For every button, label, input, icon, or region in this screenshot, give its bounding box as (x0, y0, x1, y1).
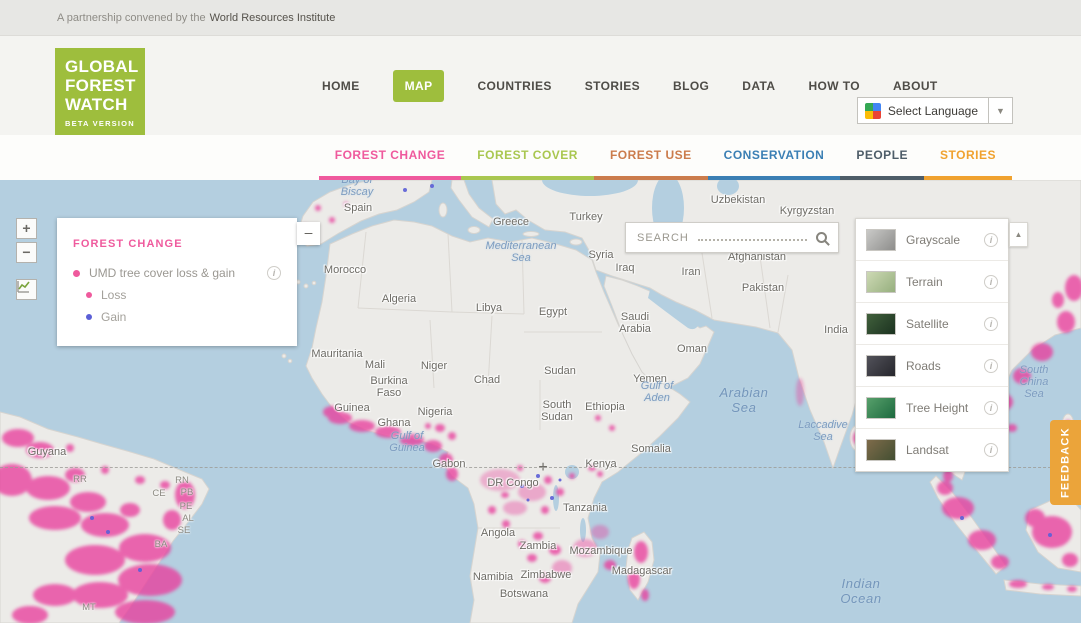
zoom-in-button[interactable]: + (16, 218, 37, 239)
terrain-thumbnail-icon (866, 271, 896, 293)
nav-item-home[interactable]: HOME (322, 79, 360, 93)
language-selector[interactable]: Select Language ▼ (857, 97, 1013, 124)
nav-item-stories[interactable]: STORIES (585, 79, 640, 93)
basemap-panel: GrayscaleiTerrainiSatelliteiRoadsiTree H… (855, 218, 1009, 472)
tab-stories[interactable]: STORIES (924, 135, 1012, 180)
nav-item-how-to[interactable]: HOW TO (808, 79, 860, 93)
nav-item-countries[interactable]: COUNTRIES (477, 79, 551, 93)
panel-collapse-button[interactable]: – (297, 222, 320, 245)
layer-bullet (73, 270, 80, 277)
sublayer-bullet (86, 314, 92, 320)
basemap-label: Terrain (906, 275, 984, 289)
sublayer-bullet (86, 292, 92, 298)
info-icon[interactable]: i (267, 266, 281, 280)
basemap-option-tree-height[interactable]: Tree Heighti (856, 387, 1008, 429)
logo-line-3: WATCH (65, 95, 145, 114)
map-center-crosshair-icon: + (538, 459, 547, 477)
basemap-collapse-button[interactable]: ▲ (1009, 222, 1028, 247)
subnav: FOREST CHANGEFOREST COVERFOREST USECONSE… (0, 135, 1081, 180)
basemap-label: Satellite (906, 317, 984, 331)
layer-label: UMD tree cover loss & gain (89, 266, 235, 280)
tab-forest-use[interactable]: FOREST USE (594, 135, 708, 180)
search-placeholder: SEARCH (637, 232, 689, 244)
nav-item-map[interactable]: MAP (393, 70, 445, 102)
basemap-label: Tree Height (906, 401, 984, 415)
basemap-option-roads[interactable]: Roadsi (856, 345, 1008, 387)
tab-conservation[interactable]: CONSERVATION (708, 135, 841, 180)
wri-link[interactable]: World Resources Institute (210, 12, 336, 24)
sublayer-gain[interactable]: Gain (86, 310, 281, 324)
language-caret-button[interactable]: ▼ (988, 98, 1012, 123)
landsat-thumbnail-icon (866, 439, 896, 461)
info-icon[interactable]: i (984, 443, 998, 457)
language-selector-main[interactable]: Select Language (858, 103, 988, 119)
info-icon[interactable]: i (984, 233, 998, 247)
google-translate-icon (865, 103, 881, 119)
language-selector-label: Select Language (888, 104, 978, 118)
sublayer-list: Loss Gain (86, 288, 281, 324)
search-dotted-leader (698, 239, 807, 241)
panel-title: FOREST CHANGE (73, 238, 281, 250)
basemap-label: Landsat (906, 443, 984, 457)
zoom-out-button[interactable]: − (16, 242, 37, 263)
tree-height-thumbnail-icon (866, 397, 896, 419)
search-icon[interactable] (816, 232, 827, 243)
sublayer-label: Gain (101, 310, 126, 324)
info-icon[interactable]: i (984, 359, 998, 373)
forest-change-panel: FOREST CHANGE UMD tree cover loss & gain… (57, 218, 297, 346)
layer-row-umd[interactable]: UMD tree cover loss & gain i (73, 266, 281, 280)
subnav-tabs: FOREST CHANGEFOREST COVERFOREST USECONSE… (319, 135, 1012, 180)
logo-line-2: FOREST (65, 76, 145, 95)
line-chart-icon (17, 280, 30, 293)
main-nav: HOME MAP COUNTRIES STORIES BLOG DATA HOW TO ABO… (322, 36, 938, 135)
header: GLOBAL FOREST WATCH BETA VERSION HOME MAP… (0, 36, 1081, 135)
sublayer-loss[interactable]: Loss (86, 288, 281, 302)
info-icon[interactable]: i (984, 401, 998, 415)
timeline-chart-button[interactable] (16, 279, 37, 300)
tab-people[interactable]: PEOPLE (840, 135, 924, 180)
roads-thumbnail-icon (866, 355, 896, 377)
map-canvas[interactable]: + SpainGreeceTurkeyUzbekistanKyrgyzstanT… (0, 180, 1081, 623)
feedback-button[interactable]: FEEDBACK (1050, 420, 1081, 505)
gfw-logo[interactable]: GLOBAL FOREST WATCH BETA VERSION (55, 48, 145, 135)
basemap-label: Roads (906, 359, 984, 373)
basemap-option-terrain[interactable]: Terraini (856, 261, 1008, 303)
info-icon[interactable]: i (984, 317, 998, 331)
nav-item-about[interactable]: ABOUT (893, 79, 938, 93)
caret-down-icon: ▼ (996, 106, 1005, 116)
basemap-label: Grayscale (906, 233, 984, 247)
tab-forest-cover[interactable]: FOREST COVER (461, 135, 594, 180)
basemap-list: GrayscaleiTerrainiSatelliteiRoadsiTree H… (856, 219, 1008, 471)
tab-forest-change[interactable]: FOREST CHANGE (319, 135, 462, 180)
caret-up-icon: ▲ (1015, 230, 1023, 239)
basemap-option-landsat[interactable]: Landsati (856, 429, 1008, 471)
partnership-text: A partnership convened by the (57, 12, 206, 24)
satellite-thumbnail-icon (866, 313, 896, 335)
logo-line-1: GLOBAL (65, 57, 145, 76)
partnership-bar: A partnership convened by the World Reso… (0, 0, 1081, 36)
nav-item-data[interactable]: DATA (742, 79, 775, 93)
search-box[interactable]: SEARCH (625, 222, 839, 253)
logo-beta-label: BETA VERSION (65, 119, 145, 128)
grayscale-thumbnail-icon (866, 229, 896, 251)
basemap-option-grayscale[interactable]: Grayscalei (856, 219, 1008, 261)
nav-item-blog[interactable]: BLOG (673, 79, 709, 93)
info-icon[interactable]: i (984, 275, 998, 289)
basemap-option-satellite[interactable]: Satellitei (856, 303, 1008, 345)
sublayer-label: Loss (101, 288, 126, 302)
